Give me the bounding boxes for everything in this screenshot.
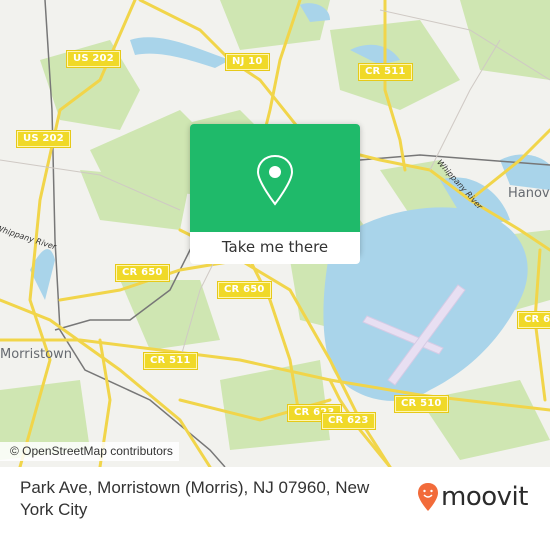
road-shield-cr511: CR 511 [144, 353, 197, 369]
map-pin-icon [256, 154, 294, 206]
place-label-morristown: Morristown [0, 347, 72, 362]
road-shield-cr650: CR 650 [116, 265, 169, 281]
popup-tail [269, 256, 283, 263]
map[interactable]: US 202 US 202 NJ 10 CR 511 CR 650 CR 650… [0, 0, 550, 467]
road-shield-nj10: NJ 10 [226, 54, 269, 70]
place-label-hanover: Hanov [508, 186, 550, 201]
road-shield-cr623: CR 623 [322, 413, 375, 429]
address-text: Park Ave, Morristown (Morris), NJ 07960,… [20, 478, 370, 519]
road-shield-cr510: CR 510 [395, 396, 448, 412]
road-shield-cr63: CR 63 [518, 312, 550, 328]
moovit-pin-icon [418, 483, 438, 511]
moovit-logo[interactable]: moovit [417, 477, 528, 517]
popup-header [190, 124, 360, 232]
footer: Park Ave, Morristown (Morris), NJ 07960,… [0, 467, 550, 550]
road-shield-cr511: CR 511 [359, 64, 412, 80]
road-shield-us202: US 202 [17, 131, 70, 147]
moovit-wordmark: moovit [441, 482, 528, 512]
map-attribution[interactable]: © OpenStreetMap contributors [0, 442, 179, 461]
location-popup[interactable]: Take me there [190, 124, 360, 264]
road-shield-cr650: CR 650 [218, 282, 271, 298]
road-shield-us202: US 202 [67, 51, 120, 67]
